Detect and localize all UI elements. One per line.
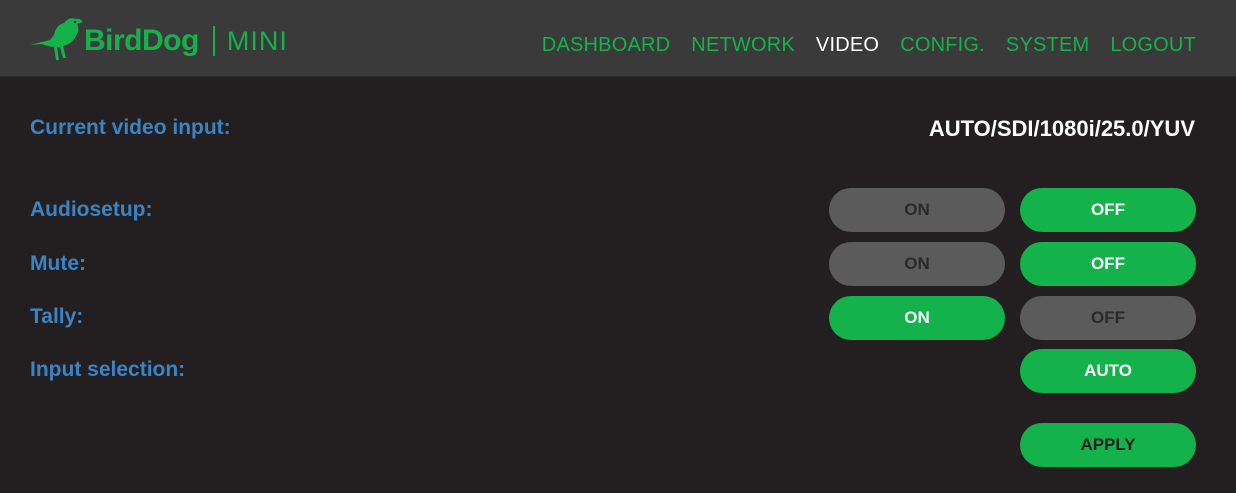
input-selection-label: Input selection: (30, 358, 186, 381)
nav-video[interactable]: VIDEO (816, 34, 879, 57)
logo-divider (212, 26, 215, 56)
product-name: MINI (226, 25, 288, 56)
current-video-input-label: Current video input: (30, 116, 231, 139)
bird-logo-icon (30, 18, 83, 61)
apply-button[interactable]: APPLY (1020, 423, 1196, 467)
tally-off-button[interactable]: OFF (1020, 296, 1196, 340)
nav-dashboard[interactable]: DASHBOARD (542, 34, 671, 57)
audiosetup-on-button[interactable]: ON (829, 188, 1005, 232)
top-header: BirdDog MINI DASHBOARD NETWORK VIDEO CON… (0, 0, 1236, 77)
mute-off-button[interactable]: OFF (1020, 242, 1196, 286)
audiosetup-label: Audiosetup: (30, 198, 153, 221)
nav-network[interactable]: NETWORK (691, 34, 795, 57)
main-nav: DASHBOARD NETWORK VIDEO CONFIG. SYSTEM L… (542, 34, 1196, 57)
input-selection-button[interactable]: AUTO (1020, 349, 1196, 393)
current-video-input-value: AUTO/SDI/1080i/25.0/YUV (928, 116, 1195, 141)
tally-on-button[interactable]: ON (829, 296, 1005, 340)
tally-label: Tally: (30, 305, 84, 328)
nav-system[interactable]: SYSTEM (1006, 34, 1089, 57)
nav-config[interactable]: CONFIG. (900, 34, 985, 57)
audiosetup-off-button[interactable]: OFF (1020, 188, 1196, 232)
brand-name: BirdDog (84, 24, 199, 57)
birddog-logo[interactable]: BirdDog MINI (28, 14, 288, 64)
nav-logout[interactable]: LOGOUT (1110, 34, 1196, 57)
mute-label: Mute: (30, 252, 86, 275)
mute-on-button[interactable]: ON (829, 242, 1005, 286)
